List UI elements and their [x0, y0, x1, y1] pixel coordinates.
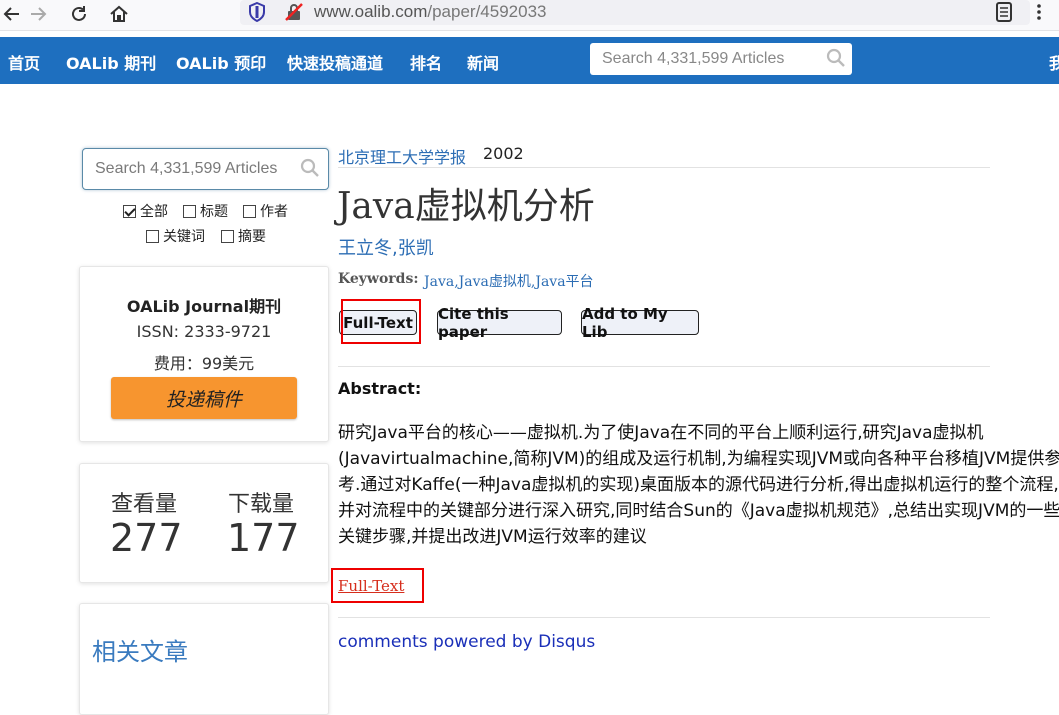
related-articles-card: 相关文章 [79, 603, 329, 715]
filter-author[interactable]: 作者 [243, 201, 288, 221]
nav-news[interactable]: 新闻 [467, 50, 499, 74]
cite-paper-button[interactable]: Cite this paper [437, 305, 562, 341]
nav-ranking[interactable]: 排名 [410, 50, 442, 74]
search-icon[interactable] [826, 48, 846, 72]
insecure-lock-icon[interactable] [284, 2, 304, 26]
nav-oalib-preprint[interactable]: OALib 预印 [176, 50, 266, 74]
views-count: 277 [110, 516, 183, 560]
filter-abstract[interactable]: 摘要 [221, 226, 266, 246]
checkbox-keyword[interactable] [146, 229, 159, 243]
downloads-label: 下载量 [228, 492, 295, 517]
checkbox-all[interactable] [123, 204, 136, 218]
reload-icon[interactable] [67, 2, 91, 26]
home-icon[interactable] [107, 2, 131, 26]
filter-title[interactable]: 标题 [183, 201, 228, 221]
top-search-input[interactable] [590, 43, 824, 75]
filter-all[interactable]: 全部 [123, 201, 168, 221]
nav-home[interactable]: 首页 [8, 50, 40, 74]
checkbox-author[interactable] [243, 204, 256, 218]
disqus-link[interactable]: comments powered by Disqus [338, 632, 595, 652]
forward-icon[interactable] [26, 2, 50, 26]
divider [338, 366, 990, 367]
stats-card: 查看量 277 下载量 177 [79, 463, 329, 583]
checkbox-abstract[interactable] [221, 229, 234, 243]
sidebar-search-box [82, 148, 329, 190]
filter-keyword[interactable]: 关键词 [146, 226, 205, 246]
sidebar-search-input[interactable] [83, 149, 302, 189]
divider [338, 617, 990, 618]
divider [338, 167, 990, 168]
nav-overflow-item[interactable]: 我 [1049, 50, 1059, 74]
journal-fee: 费用：99美元 [153, 354, 255, 373]
url-text: www.oalib.com/paper/4592033 [314, 2, 547, 21]
highlight-box-fulltext-button [341, 299, 421, 344]
keywords-label: Keywords: [338, 271, 419, 287]
related-articles-title: 相关文章 [92, 638, 188, 666]
journal-issn: ISSN: 2333-9721 [136, 322, 272, 341]
nav-fast-submission[interactable]: 快速投稿通道 [287, 50, 383, 74]
url-bar[interactable]: www.oalib.com/paper/4592033 [240, 0, 1030, 25]
authors-link[interactable]: 王立冬,张凯 [338, 234, 434, 260]
search-icon[interactable] [300, 158, 320, 182]
top-search-box [590, 43, 852, 75]
abstract-label: Abstract: [338, 379, 422, 398]
page-actions-icon[interactable] [1034, 1, 1044, 27]
highlight-box-fulltext-link [331, 568, 424, 603]
site-nav: 首页 OALib 期刊 OALib 预印 快速投稿通道 排名 新闻 我 [0, 37, 1059, 84]
paper-title: Java虚拟机分析 [337, 186, 595, 227]
reader-view-icon[interactable] [994, 1, 1014, 27]
back-icon[interactable] [0, 2, 24, 26]
journal-card: OALib Journal期刊 ISSN: 2333-9721 费用：99美元 … [79, 266, 329, 442]
add-to-library-button[interactable]: Add to My Lib [581, 305, 699, 341]
journal-card-title: OALib Journal期刊 [126, 297, 282, 316]
keywords-links[interactable]: Java,Java虚拟机,Java平台 [424, 271, 594, 291]
submit-manuscript-button[interactable]: 投递稿件 [111, 377, 297, 419]
views-label: 查看量 [111, 492, 178, 517]
downloads-count: 177 [227, 516, 300, 560]
publication-year: 2002 [483, 144, 524, 163]
journal-name-link[interactable]: 北京理工大学学报 [338, 144, 466, 168]
abstract-text: 研究Java平台的核心——虚拟机.为了使Java在不同的平台上顺利运行,研究Ja… [338, 423, 1059, 547]
shield-icon[interactable] [248, 1, 266, 26]
nav-oalib-journal[interactable]: OALib 期刊 [66, 50, 156, 74]
browser-toolbar: www.oalib.com/paper/4592033 [0, 0, 1059, 31]
checkbox-title[interactable] [183, 204, 196, 218]
